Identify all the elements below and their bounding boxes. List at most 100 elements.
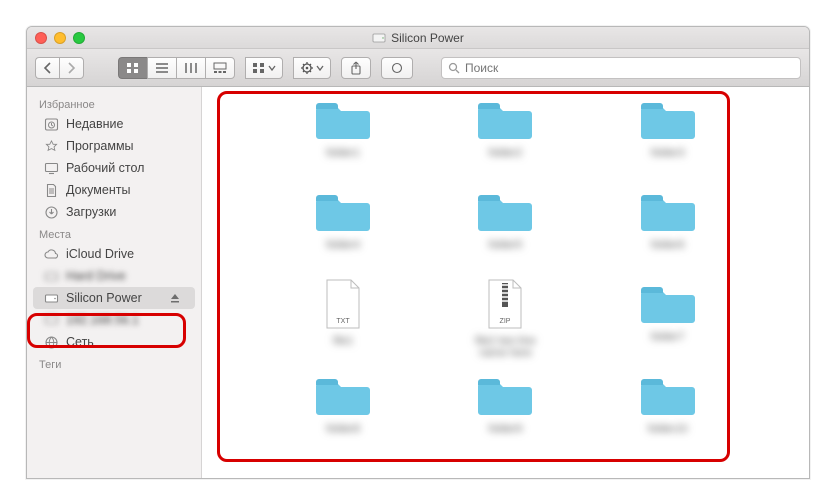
item-label: folder10 [623, 423, 713, 439]
sidebar-header-tags: Теги [27, 353, 201, 373]
cloud-icon [43, 246, 59, 262]
item-label: folder8 [298, 423, 388, 439]
sidebar-item-label: Документы [66, 183, 130, 197]
folder-item[interactable]: folder4 [262, 187, 424, 275]
file-icon: ZIP [485, 279, 525, 329]
content-area[interactable]: folder1 folder2 folder3 folder4 folder5 folde… [202, 87, 809, 478]
group-button[interactable] [245, 57, 283, 79]
grid-icon [126, 62, 140, 74]
chevron-right-icon [67, 62, 76, 74]
app-icon [43, 138, 59, 154]
svg-text:TXT: TXT [337, 318, 351, 325]
item-label: folder1 [298, 147, 388, 163]
tags-button[interactable] [381, 57, 413, 79]
sidebar-item-desktop[interactable]: Рабочий стол [27, 157, 201, 179]
folder-icon [641, 99, 695, 141]
chevron-down-icon [316, 62, 324, 74]
file-item[interactable]: ZIP file2 two line name here [424, 279, 586, 367]
nav-back-button[interactable] [35, 57, 59, 79]
folder-icon [316, 191, 370, 233]
list-icon [155, 62, 169, 74]
action-menu [293, 57, 331, 79]
sidebar-header-locations: Места [27, 223, 201, 243]
item-label: folder2 [460, 147, 550, 163]
tag-icon [390, 62, 404, 74]
sidebar-item-label: Программы [66, 139, 134, 153]
folder-item[interactable]: folder5 [424, 187, 586, 275]
download-icon [43, 204, 59, 220]
search-icon [448, 62, 460, 74]
svg-text:ZIP: ZIP [500, 318, 511, 325]
folder-icon [478, 375, 532, 417]
folder-icon [478, 99, 532, 141]
sidebar-item-label: Silicon Power [66, 291, 142, 305]
sidebar-item-icloud[interactable]: iCloud Drive [27, 243, 201, 265]
action-button[interactable] [293, 57, 331, 79]
sidebar-item-recents[interactable]: Недавние [27, 113, 201, 135]
sidebar-item-documents[interactable]: Документы [27, 179, 201, 201]
gallery-icon [213, 62, 227, 74]
nav-forward-button[interactable] [59, 57, 84, 79]
sidebar-item-label: Рабочий стол [66, 161, 144, 175]
item-label: file2 two line name here [460, 335, 550, 363]
item-label: folder5 [460, 239, 550, 255]
folder-item[interactable]: folder9 [424, 371, 586, 459]
titlebar[interactable]: Silicon Power [27, 27, 809, 49]
folder-item[interactable]: folder8 [262, 371, 424, 459]
folder-icon [641, 375, 695, 417]
group-by [245, 57, 283, 79]
item-label: folder7 [623, 331, 713, 347]
view-columns-button[interactable] [176, 57, 205, 79]
columns-icon [184, 62, 198, 74]
sidebar-item-network[interactable]: Сеть [27, 331, 201, 353]
sidebar-item-label: Hard Drive [66, 269, 126, 283]
display-icon [43, 312, 59, 328]
sidebar-item-label: Недавние [66, 117, 123, 131]
file-item[interactable]: TXTfile1 [262, 279, 424, 367]
item-label: folder9 [460, 423, 550, 439]
gear-icon [300, 61, 314, 75]
folder-item[interactable]: folder1 [262, 95, 424, 183]
sidebar-item-label: Загрузки [66, 205, 116, 219]
folder-icon [478, 191, 532, 233]
sidebar-item-label: iCloud Drive [66, 247, 134, 261]
folder-item[interactable]: folder3 [587, 95, 749, 183]
drive-icon [43, 290, 59, 306]
view-icons-button[interactable] [118, 57, 147, 79]
folder-item[interactable]: folder7 [587, 279, 749, 367]
globe-icon [43, 334, 59, 350]
eject-icon[interactable] [169, 292, 183, 304]
folder-icon [316, 99, 370, 141]
sidebar-header-favorites: Избранное [27, 93, 201, 113]
search-field[interactable] [441, 57, 801, 79]
view-gallery-button[interactable] [205, 57, 235, 79]
sidebar-item-network-host[interactable]: 192.168.56.1 [27, 309, 201, 331]
folder-icon [641, 283, 695, 325]
chevron-left-icon [43, 62, 52, 74]
clock-icon [43, 116, 59, 132]
view-list-button[interactable] [147, 57, 176, 79]
toolbar [27, 49, 809, 87]
drive-icon [43, 268, 59, 284]
folder-item[interactable]: folder10 [587, 371, 749, 459]
folder-icon [316, 375, 370, 417]
sidebar: Избранное Недавние Программы Рабочий сто… [27, 87, 202, 478]
search-input[interactable] [465, 61, 794, 75]
sidebar-item-applications[interactable]: Программы [27, 135, 201, 157]
file-icon: TXT [323, 279, 363, 329]
folder-item[interactable]: folder6 [587, 187, 749, 275]
desktop-icon [43, 160, 59, 176]
folder-item[interactable]: folder2 [424, 95, 586, 183]
view-mode-switcher [118, 57, 235, 79]
window-title-text: Silicon Power [391, 31, 464, 45]
drive-icon [372, 31, 386, 45]
share-button[interactable] [341, 57, 371, 79]
sidebar-item-downloads[interactable]: Загрузки [27, 201, 201, 223]
chevron-down-icon [268, 62, 276, 74]
sidebar-item-silicon-power[interactable]: Silicon Power [33, 287, 195, 309]
sidebar-item-harddrive[interactable]: Hard Drive [27, 265, 201, 287]
item-label: folder4 [298, 239, 388, 255]
finder-window: Silicon Power [26, 26, 810, 479]
doc-icon [43, 182, 59, 198]
group-icon [252, 62, 266, 74]
